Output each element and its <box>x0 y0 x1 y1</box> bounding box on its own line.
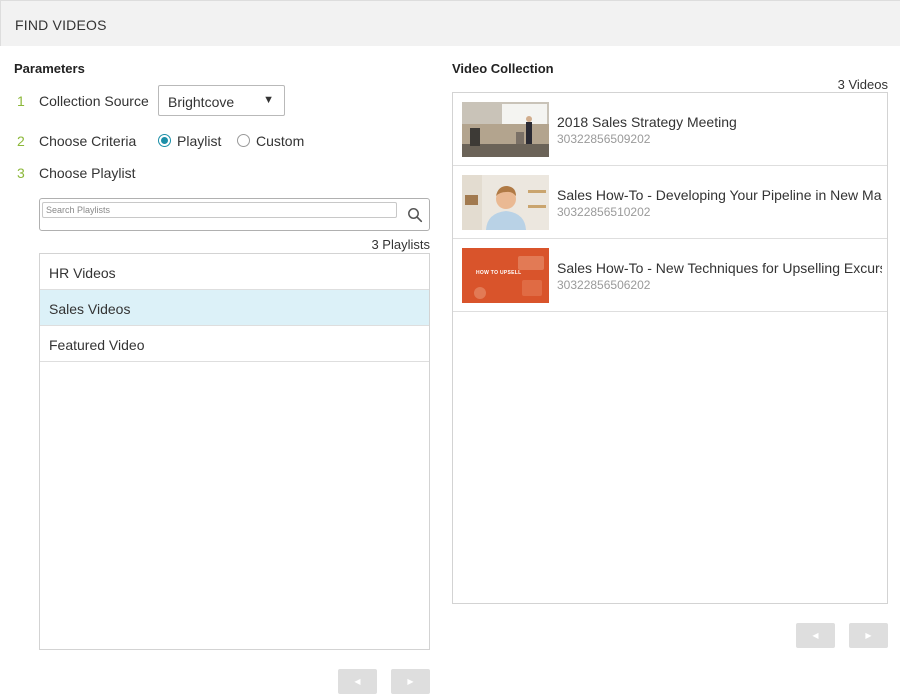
search-icon[interactable] <box>407 207 423 223</box>
chevron-down-icon: ▼ <box>263 94 274 106</box>
find-videos-header: FIND VIDEOS <box>0 0 900 46</box>
video-item[interactable]: Sales How-To - Developing Your Pipeline … <box>453 166 887 239</box>
video-title[interactable]: 2018 Sales Strategy Meeting <box>557 114 882 130</box>
collection-prev-button[interactable]: ◀ <box>796 623 835 648</box>
video-collection-title: Video Collection <box>452 61 554 76</box>
video-title[interactable]: Sales How-To - New Techniques for Upsell… <box>557 260 882 276</box>
video-collection-list: 2018 Sales Strategy Meeting 303228565092… <box>452 92 888 604</box>
video-count: 3 Videos <box>837 77 888 92</box>
choose-criteria-label: Choose Criteria <box>39 133 137 149</box>
playlist-radio[interactable] <box>158 134 171 147</box>
step-number-1: 1 <box>17 93 25 109</box>
custom-radio-label[interactable]: Custom <box>256 133 304 149</box>
playlist-list: HR Videos Sales Videos Featured Video <box>39 253 430 650</box>
video-item[interactable]: HOW TO UPSELL Sales How-To - New Techniq… <box>453 239 887 312</box>
playlist-item-hr-videos[interactable]: HR Videos <box>40 254 429 290</box>
playlist-count: 3 Playlists <box>371 237 430 252</box>
collection-source-value: Brightcove <box>168 94 235 110</box>
playlist-radio-label[interactable]: Playlist <box>177 133 221 149</box>
search-input[interactable] <box>42 202 397 218</box>
playlist-search-box <box>39 198 430 231</box>
custom-radio[interactable] <box>237 134 250 147</box>
playlist-prev-button[interactable]: ◀ <box>338 669 377 694</box>
video-id: 30322856510202 <box>557 205 651 219</box>
video-title[interactable]: Sales How-To - Developing Your Pipeline … <box>557 187 882 203</box>
how-to-upsell-thumbnail: HOW TO UPSELL <box>462 248 549 303</box>
collection-source-label: Collection Source <box>39 93 149 109</box>
presentation-stage-thumbnail <box>462 102 549 157</box>
smiling-presenter-thumbnail <box>462 175 549 230</box>
collection-next-button[interactable]: ▶ <box>849 623 888 648</box>
playlist-next-button[interactable]: ▶ <box>391 669 430 694</box>
step-number-2: 2 <box>17 133 25 149</box>
video-id: 30322856509202 <box>557 132 651 146</box>
page-title: FIND VIDEOS <box>15 17 107 33</box>
video-item[interactable]: 2018 Sales Strategy Meeting 303228565092… <box>453 93 887 166</box>
collection-source-select[interactable]: Brightcove ▼ <box>158 85 285 116</box>
playlist-item-featured-video[interactable]: Featured Video <box>40 326 429 362</box>
thumbnail-caption: HOW TO UPSELL <box>476 270 522 276</box>
parameters-title: Parameters <box>14 61 85 76</box>
playlist-item-sales-videos[interactable]: Sales Videos <box>40 290 429 326</box>
video-id: 30322856506202 <box>557 278 651 292</box>
choose-playlist-label: Choose Playlist <box>39 165 136 181</box>
step-number-3: 3 <box>17 165 25 181</box>
